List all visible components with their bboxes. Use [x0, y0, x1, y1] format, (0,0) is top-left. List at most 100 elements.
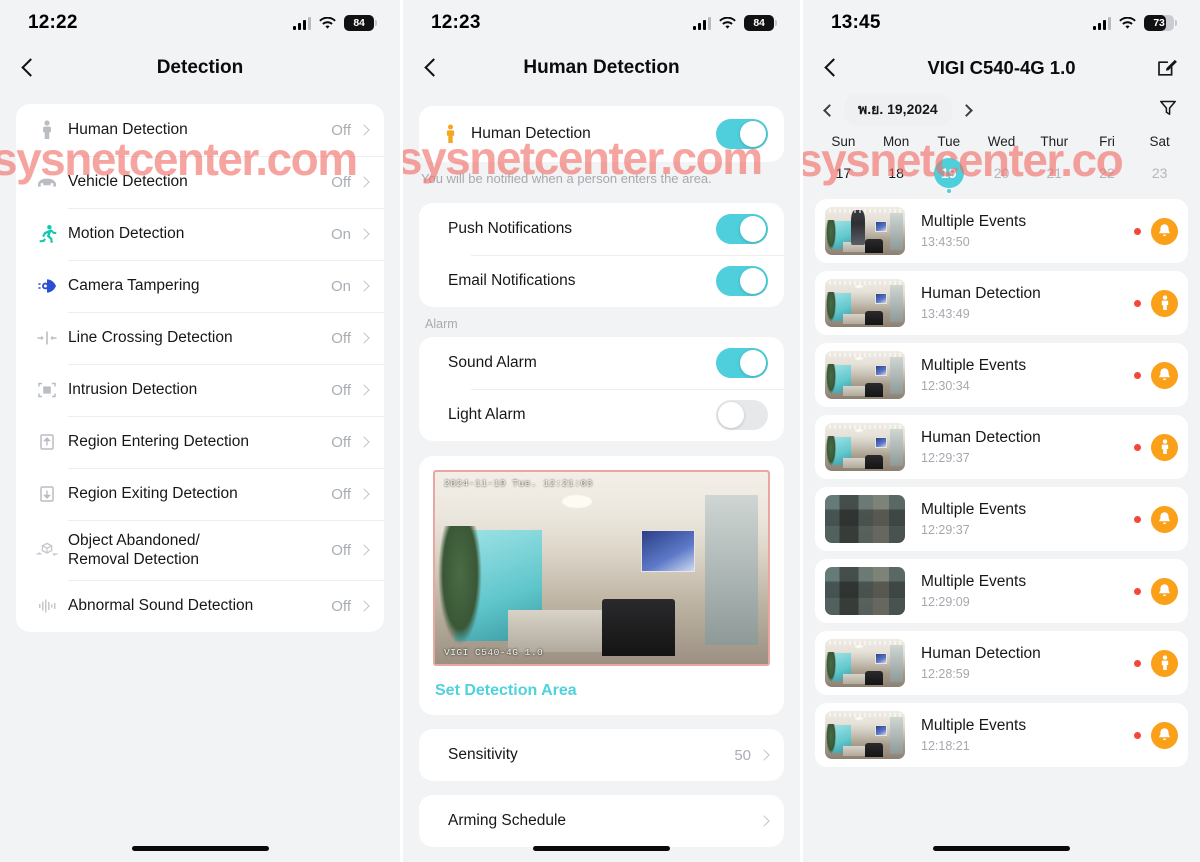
week-day-name: Thur	[1040, 134, 1069, 149]
date-number: 21	[1046, 165, 1063, 181]
line-crossing-icon	[34, 330, 60, 346]
unread-indicator	[1134, 371, 1141, 379]
list-item-value: Off	[331, 121, 351, 139]
person-icon	[1151, 289, 1178, 317]
human-detection-hint: You will be notified when a person enter…	[421, 171, 712, 186]
event-list-item[interactable]: Human Detection 12:29:37	[815, 415, 1188, 479]
week-day-wed[interactable]: Wed	[975, 134, 1028, 149]
event-list-item[interactable]: Multiple Events 12:29:09	[815, 559, 1188, 623]
date-cell-23[interactable]: 23	[1133, 149, 1186, 193]
back-button[interactable]	[825, 58, 838, 79]
set-detection-area-link[interactable]: Set Detection Area	[433, 666, 770, 715]
screen-detection: 12:22 84 Detection Human Detection Off V…	[0, 0, 400, 862]
week-day-fri[interactable]: Fri	[1081, 134, 1134, 149]
bell-icon	[1151, 217, 1178, 245]
event-text: Multiple Events 12:29:37	[905, 501, 1134, 537]
status-indicators: 73	[1093, 15, 1177, 31]
detection-list-card: Human Detection Off Vehicle Detection Of…	[16, 104, 384, 632]
chevron-right-icon	[358, 488, 370, 500]
week-day-sat[interactable]: Sat	[1133, 134, 1186, 149]
date-label[interactable]: พ.ย. 19,2024	[844, 94, 952, 126]
week-day-numbers: 17 18 19 20 21 22 23	[803, 149, 1200, 193]
wifi-icon	[1119, 16, 1136, 30]
list-item-vehicle-detection[interactable]: Vehicle Detection Off	[16, 156, 384, 208]
person-icon	[34, 120, 60, 140]
date-number: 19	[933, 158, 964, 188]
push-notifications-switch[interactable]	[716, 214, 768, 244]
event-text: Human Detection 12:29:37	[905, 429, 1134, 465]
light-alarm-label: Light Alarm	[448, 406, 526, 424]
back-button[interactable]	[22, 58, 35, 79]
nav-bar: VIGI C540-4G 1.0	[803, 46, 1200, 90]
week-day-name: Tue	[937, 134, 961, 149]
date-number: 18	[888, 165, 904, 181]
date-cell-19-selected[interactable]: 19	[922, 149, 975, 193]
event-list-item[interactable]: Multiple Events 12:18:21	[815, 703, 1188, 767]
date-cell-22[interactable]: 22	[1081, 149, 1134, 193]
list-item-intrusion-detection[interactable]: Intrusion Detection Off	[16, 364, 384, 416]
battery-icon: 84	[744, 15, 777, 31]
object-abandoned-icon	[34, 540, 60, 560]
sensitivity-row[interactable]: Sensitivity 50	[419, 729, 784, 781]
week-day-sun[interactable]: Sun	[817, 134, 870, 149]
email-notifications-row[interactable]: Email Notifications	[419, 255, 784, 307]
prev-date-button[interactable]	[823, 103, 836, 117]
list-item-line-crossing-detection[interactable]: Line Crossing Detection Off	[16, 312, 384, 364]
chevron-right-icon	[358, 436, 370, 448]
list-item-motion-detection[interactable]: Motion Detection On	[16, 208, 384, 260]
status-indicators: 84	[293, 15, 377, 31]
date-cell-20[interactable]: 20	[975, 149, 1028, 193]
event-thumbnail	[825, 423, 905, 471]
screen-events: 13:45 73 VIGI C540-4G 1.0 พ.ย. 19,2024 S…	[800, 0, 1200, 862]
arming-schedule-row[interactable]: Arming Schedule	[419, 795, 784, 847]
edit-square-icon[interactable]	[1156, 57, 1178, 79]
event-list-item[interactable]: Human Detection 13:43:49	[815, 271, 1188, 335]
list-item-region-exiting-detection[interactable]: Region Exiting Detection Off	[16, 468, 384, 520]
chevron-right-icon	[358, 384, 370, 396]
list-item-human-detection[interactable]: Human Detection Off	[16, 104, 384, 156]
sound-alarm-switch[interactable]	[716, 348, 768, 378]
email-notifications-switch[interactable]	[716, 266, 768, 296]
light-alarm-switch[interactable]	[716, 400, 768, 430]
back-button[interactable]	[425, 58, 438, 79]
date-number: 17	[835, 165, 852, 181]
list-item-label: Region Entering Detection	[68, 433, 249, 451]
date-number: 22	[1099, 165, 1115, 181]
region-exiting-icon	[34, 485, 60, 503]
status-time: 13:45	[831, 12, 881, 33]
list-item-object-abandoned-detection[interactable]: Object Abandoned/ Removal Detection Off	[16, 520, 384, 580]
wifi-icon	[719, 16, 736, 30]
chevron-right-icon	[758, 815, 770, 827]
next-date-button[interactable]	[959, 103, 973, 117]
human-detection-toggle-row[interactable]: Human Detection	[419, 106, 784, 162]
light-alarm-row[interactable]: Light Alarm	[419, 389, 784, 441]
event-time: 12:18:21	[921, 739, 970, 753]
event-text: Human Detection 13:43:49	[905, 285, 1134, 321]
camera-preview[interactable]: 2024-11-19 Tue. 12:21:03 VIGI C540-4G 1.…	[433, 470, 770, 666]
human-detection-switch[interactable]	[716, 119, 768, 149]
list-item-label: Vehicle Detection	[68, 173, 188, 191]
date-cell-18[interactable]: 18	[870, 149, 923, 193]
event-list-item[interactable]: Human Detection 12:28:59	[815, 631, 1188, 695]
week-day-thur[interactable]: Thur	[1028, 134, 1081, 149]
week-day-tue[interactable]: Tue	[922, 134, 975, 149]
week-day-mon[interactable]: Mon	[870, 134, 923, 149]
list-item-region-entering-detection[interactable]: Region Entering Detection Off	[16, 416, 384, 468]
event-title: Human Detection	[921, 429, 1041, 446]
funnel-filter-icon[interactable]	[1158, 98, 1178, 123]
date-cell-17[interactable]: 17	[817, 149, 870, 193]
event-list-item[interactable]: Multiple Events 13:43:50	[815, 199, 1188, 263]
list-item-label: Abnormal Sound Detection	[68, 597, 254, 615]
screen-human-detection: 12:23 84 Human Detection Human Detection…	[400, 0, 800, 862]
camera-tamper-icon	[34, 278, 60, 294]
list-item-abnormal-sound-detection[interactable]: Abnormal Sound Detection Off	[16, 580, 384, 632]
date-cell-21[interactable]: 21	[1028, 149, 1081, 193]
push-notifications-label: Push Notifications	[448, 220, 573, 238]
sound-alarm-row[interactable]: Sound Alarm	[419, 337, 784, 389]
event-list-item[interactable]: Multiple Events 12:30:34	[815, 343, 1188, 407]
event-list-item[interactable]: Multiple Events 12:29:37	[815, 487, 1188, 551]
event-thumbnail	[825, 639, 905, 687]
list-item-camera-tampering[interactable]: Camera Tampering On	[16, 260, 384, 312]
push-notifications-row[interactable]: Push Notifications	[419, 203, 784, 255]
event-text: Multiple Events 13:43:50	[905, 213, 1134, 249]
